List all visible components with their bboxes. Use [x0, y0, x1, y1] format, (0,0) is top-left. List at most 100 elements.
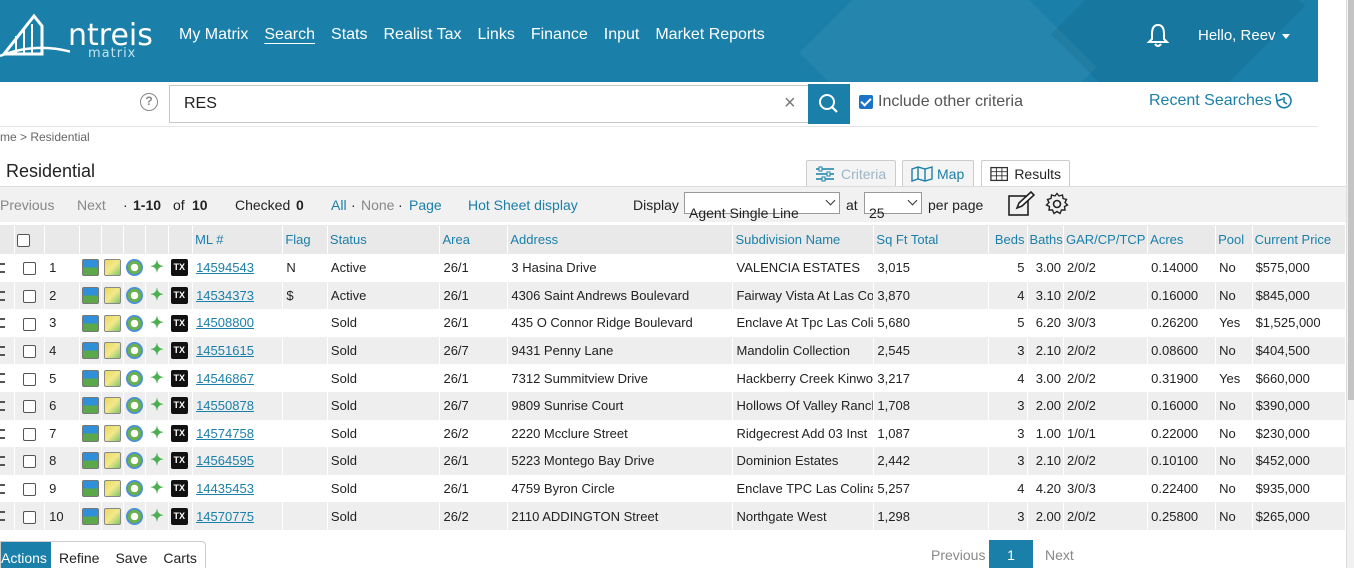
tab-save[interactable]: Save: [107, 542, 155, 568]
row-checkbox[interactable]: [22, 262, 36, 276]
photo-icon-cell[interactable]: [79, 254, 102, 282]
nav-input[interactable]: Input: [604, 26, 640, 44]
table-row[interactable]: 8 ✦ TX 14564595 Sold 26/1 5223 Montego Bay Dri…: [0, 447, 1347, 475]
tax-icon-cell[interactable]: TX: [168, 502, 194, 530]
history-icon-cell[interactable]: [123, 447, 147, 475]
header-pool[interactable]: Pool: [1215, 225, 1253, 254]
header-flag[interactable]: Flag: [282, 225, 328, 254]
history-icon[interactable]: [126, 342, 144, 360]
map-icon-cell[interactable]: [101, 391, 125, 420]
history-icon[interactable]: [126, 286, 144, 304]
header-select-all[interactable]: [14, 225, 46, 254]
tax-icon-cell[interactable]: TX: [168, 309, 194, 337]
row-select-cell[interactable]: [14, 419, 46, 448]
photo-icon[interactable]: [81, 452, 99, 470]
history-icon-cell[interactable]: [123, 364, 147, 392]
nav-market-reports[interactable]: Market Reports: [655, 26, 764, 44]
history-icon[interactable]: [126, 424, 144, 442]
tax-icon-cell[interactable]: TX: [168, 254, 194, 282]
table-row[interactable]: 4 ✦ TX 14551615 Sold 26/7 9431 Penny Lane Mando…: [0, 336, 1347, 365]
tax-icon-cell[interactable]: TX: [168, 364, 194, 392]
mls-number-link[interactable]: 14546867: [196, 371, 254, 386]
leaf-icon-cell[interactable]: ✦: [145, 309, 169, 337]
row-checkbox[interactable]: [22, 455, 36, 469]
mls-number-cell[interactable]: 14564595: [192, 447, 284, 475]
map-icon-cell[interactable]: [101, 419, 125, 448]
leaf-icon-cell[interactable]: ✦: [145, 364, 169, 392]
scrollbar-thumb[interactable]: [1348, 0, 1354, 400]
history-icon[interactable]: [126, 397, 144, 415]
mls-number-cell[interactable]: 14594543: [192, 254, 284, 282]
photo-icon-cell[interactable]: [79, 281, 102, 310]
leaf-icon[interactable]: ✦: [148, 315, 165, 332]
row-checkbox[interactable]: [22, 289, 36, 303]
photo-icon[interactable]: [81, 397, 99, 415]
row-select-cell[interactable]: [14, 474, 46, 503]
tax-icon[interactable]: TX: [170, 507, 188, 525]
map-icon-cell[interactable]: [101, 309, 125, 337]
tax-icon-cell[interactable]: TX: [168, 281, 194, 310]
mls-number-cell[interactable]: 14534373: [192, 281, 284, 310]
row-drag-grip[interactable]: [0, 309, 15, 337]
row-checkbox[interactable]: [22, 317, 36, 331]
edit-icon[interactable]: [1007, 191, 1035, 217]
table-row[interactable]: 5 ✦ TX 14546867 Sold 26/1 7312 Summitview Driv…: [0, 364, 1347, 392]
drag-handle-icon[interactable]: [0, 483, 5, 494]
ntreis-logo[interactable]: ntreis matrix: [0, 12, 160, 61]
search-button[interactable]: [808, 84, 850, 124]
nav-finance[interactable]: Finance: [531, 26, 588, 44]
leaf-icon[interactable]: ✦: [148, 480, 165, 497]
photo-icon[interactable]: [81, 342, 99, 360]
search-input[interactable]: [169, 85, 809, 123]
mls-number-link[interactable]: 14534373: [196, 288, 254, 303]
row-checkbox[interactable]: [22, 510, 36, 524]
recent-searches-link[interactable]: Recent Searches: [1149, 91, 1294, 111]
photo-icon[interactable]: [81, 507, 99, 525]
row-drag-grip[interactable]: [0, 336, 15, 365]
header-area[interactable]: Area: [439, 225, 509, 254]
vertical-scrollbar[interactable]: [1346, 0, 1354, 568]
history-icon[interactable]: [126, 507, 144, 525]
leaf-icon[interactable]: ✦: [148, 397, 165, 414]
gear-icon[interactable]: [1045, 192, 1069, 216]
row-checkbox[interactable]: [22, 427, 36, 441]
select-page-link[interactable]: Page: [409, 197, 442, 213]
map-icon-cell[interactable]: [101, 447, 125, 475]
drag-handle-icon[interactable]: [0, 373, 5, 384]
mls-number-link[interactable]: 14551615: [196, 343, 254, 358]
row-checkbox[interactable]: [22, 372, 36, 386]
tax-icon[interactable]: TX: [170, 286, 188, 304]
tax-icon-cell[interactable]: TX: [168, 474, 194, 503]
photo-icon-cell[interactable]: [79, 391, 102, 420]
row-drag-grip[interactable]: [0, 447, 15, 475]
tax-icon[interactable]: TX: [170, 397, 188, 415]
tax-icon[interactable]: TX: [170, 452, 188, 470]
history-icon[interactable]: [126, 314, 144, 332]
leaf-icon-cell[interactable]: ✦: [145, 447, 169, 475]
select-all-checkbox[interactable]: [16, 234, 30, 248]
mls-number-cell[interactable]: 14546867: [192, 364, 284, 392]
row-drag-grip[interactable]: [0, 254, 15, 282]
map-icon[interactable]: [103, 452, 121, 470]
map-icon-cell[interactable]: [101, 281, 125, 310]
history-icon[interactable]: [126, 480, 144, 498]
drag-handle-icon[interactable]: [0, 456, 5, 467]
map-icon[interactable]: [103, 507, 121, 525]
row-select-cell[interactable]: [14, 447, 46, 475]
row-select-cell[interactable]: [14, 502, 46, 530]
map-icon-cell[interactable]: [101, 254, 125, 282]
mls-number-link[interactable]: 14550878: [196, 398, 254, 413]
leaf-icon-cell[interactable]: ✦: [145, 419, 169, 448]
mls-number-link[interactable]: 14435453: [196, 481, 254, 496]
map-icon[interactable]: [103, 286, 121, 304]
tax-icon-cell[interactable]: TX: [168, 419, 194, 448]
tax-icon[interactable]: TX: [170, 480, 188, 498]
header-subdivision[interactable]: Subdivision Name: [732, 225, 875, 254]
history-icon[interactable]: [126, 452, 144, 470]
header-ml[interactable]: ML #: [192, 225, 284, 254]
include-other-checkbox[interactable]: [859, 95, 873, 109]
history-icon-cell[interactable]: [123, 254, 147, 282]
next-page-link[interactable]: Next: [77, 197, 106, 213]
map-icon-cell[interactable]: [101, 474, 125, 503]
tax-icon-cell[interactable]: TX: [168, 391, 194, 420]
